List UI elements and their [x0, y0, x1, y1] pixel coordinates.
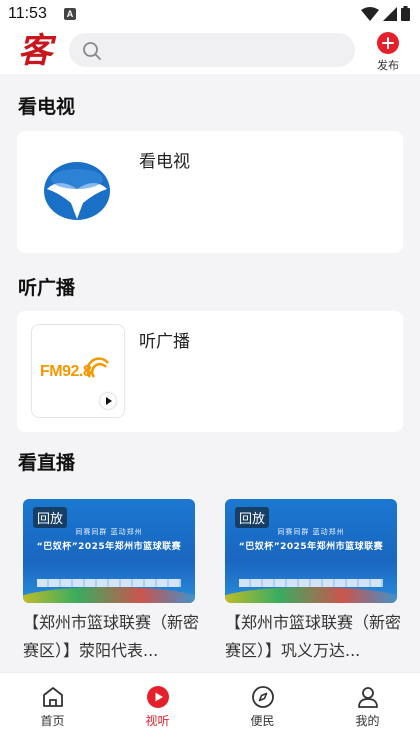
live-item-title: 【郑州市篮球联赛（新密赛区）】荥阳代表... — [23, 613, 200, 660]
sponsor-strip — [37, 579, 181, 587]
radio-waves-icon — [86, 357, 109, 378]
tab-home[interactable]: 首页 — [0, 673, 105, 733]
tab-media-label: 视听 — [145, 714, 170, 728]
wifi-icon — [361, 6, 379, 21]
live-thumbnail: 回放 同赛同群 蓝动郑州 “巴奴杯”2025年郑州市篮球联赛 — [23, 499, 195, 603]
live-item[interactable]: 回放 同赛同群 蓝动郑州 “巴奴杯”2025年郑州市篮球联赛 【郑州市篮球联赛（… — [225, 499, 401, 665]
banner-subtitle: 同赛同群 蓝动郑州 — [75, 528, 143, 536]
banner-title: “巴奴杯”2025年郑州市篮球联赛 — [238, 542, 384, 552]
tab-services-label: 便民 — [250, 714, 275, 728]
radio-card-title: 听广播 — [139, 332, 190, 352]
banner-decoration — [225, 587, 397, 603]
radio-thumbnail: FM92.8 — [31, 324, 125, 418]
tab-home-label: 首页 — [40, 714, 65, 728]
tv-card[interactable]: 看电视 — [17, 131, 403, 253]
section-title-radio: 听广播 — [18, 277, 76, 299]
plus-icon — [377, 32, 399, 54]
publish-button[interactable]: 发布 — [372, 30, 404, 74]
battery-icon — [401, 6, 410, 21]
search-bar[interactable] — [69, 33, 355, 67]
signal-icon — [383, 6, 397, 21]
top-header: 客 发布 — [0, 30, 420, 74]
compass-icon — [251, 686, 274, 708]
live-item[interactable]: 回放 同赛同群 蓝动郑州 “巴奴杯”2025年郑州市篮球联赛 【郑州市篮球联赛（… — [23, 499, 199, 665]
app-logo-icon: 客 — [18, 31, 56, 70]
section-title-tv: 看电视 — [18, 96, 76, 118]
notification-icon: A — [64, 8, 76, 20]
banner-title: “巴奴杯”2025年郑州市篮球联赛 — [36, 542, 182, 552]
replay-badge: 回放 — [235, 507, 270, 528]
sponsor-strip — [239, 579, 383, 587]
tv-station-logo-icon — [44, 162, 110, 220]
play-icon[interactable] — [100, 393, 116, 409]
search-icon — [83, 42, 101, 60]
tab-media[interactable]: 视听 — [105, 673, 210, 733]
section-title-live: 看直播 — [18, 452, 76, 474]
tab-profile[interactable]: 我的 — [315, 673, 420, 733]
banner-decoration — [23, 587, 195, 603]
radio-card[interactable]: FM92.8 听广播 — [17, 311, 403, 432]
bottom-tab-bar: 首页 视听 便民 我的 — [0, 672, 420, 748]
status-icons — [361, 6, 410, 21]
replay-badge: 回放 — [33, 507, 68, 528]
tab-profile-label: 我的 — [355, 714, 380, 728]
play-circle-icon — [146, 686, 169, 708]
live-thumbnail: 回放 同赛同群 蓝动郑州 “巴奴杯”2025年郑州市篮球联赛 — [225, 499, 397, 603]
home-icon — [42, 687, 63, 707]
tv-card-title: 看电视 — [139, 152, 190, 172]
live-item-title: 【郑州市篮球联赛（新密赛区）】巩义万达... — [225, 613, 402, 660]
user-icon — [357, 687, 378, 708]
tab-services[interactable]: 便民 — [210, 673, 315, 733]
banner-subtitle: 同赛同群 蓝动郑州 — [277, 528, 345, 536]
publish-label: 发布 — [377, 59, 399, 72]
fm-logo-text: FM92.8 — [40, 363, 92, 380]
status-bar: 11:53 A — [0, 0, 420, 30]
app-logo-char: 客 — [18, 31, 56, 70]
status-time: 11:53 — [8, 5, 47, 22]
